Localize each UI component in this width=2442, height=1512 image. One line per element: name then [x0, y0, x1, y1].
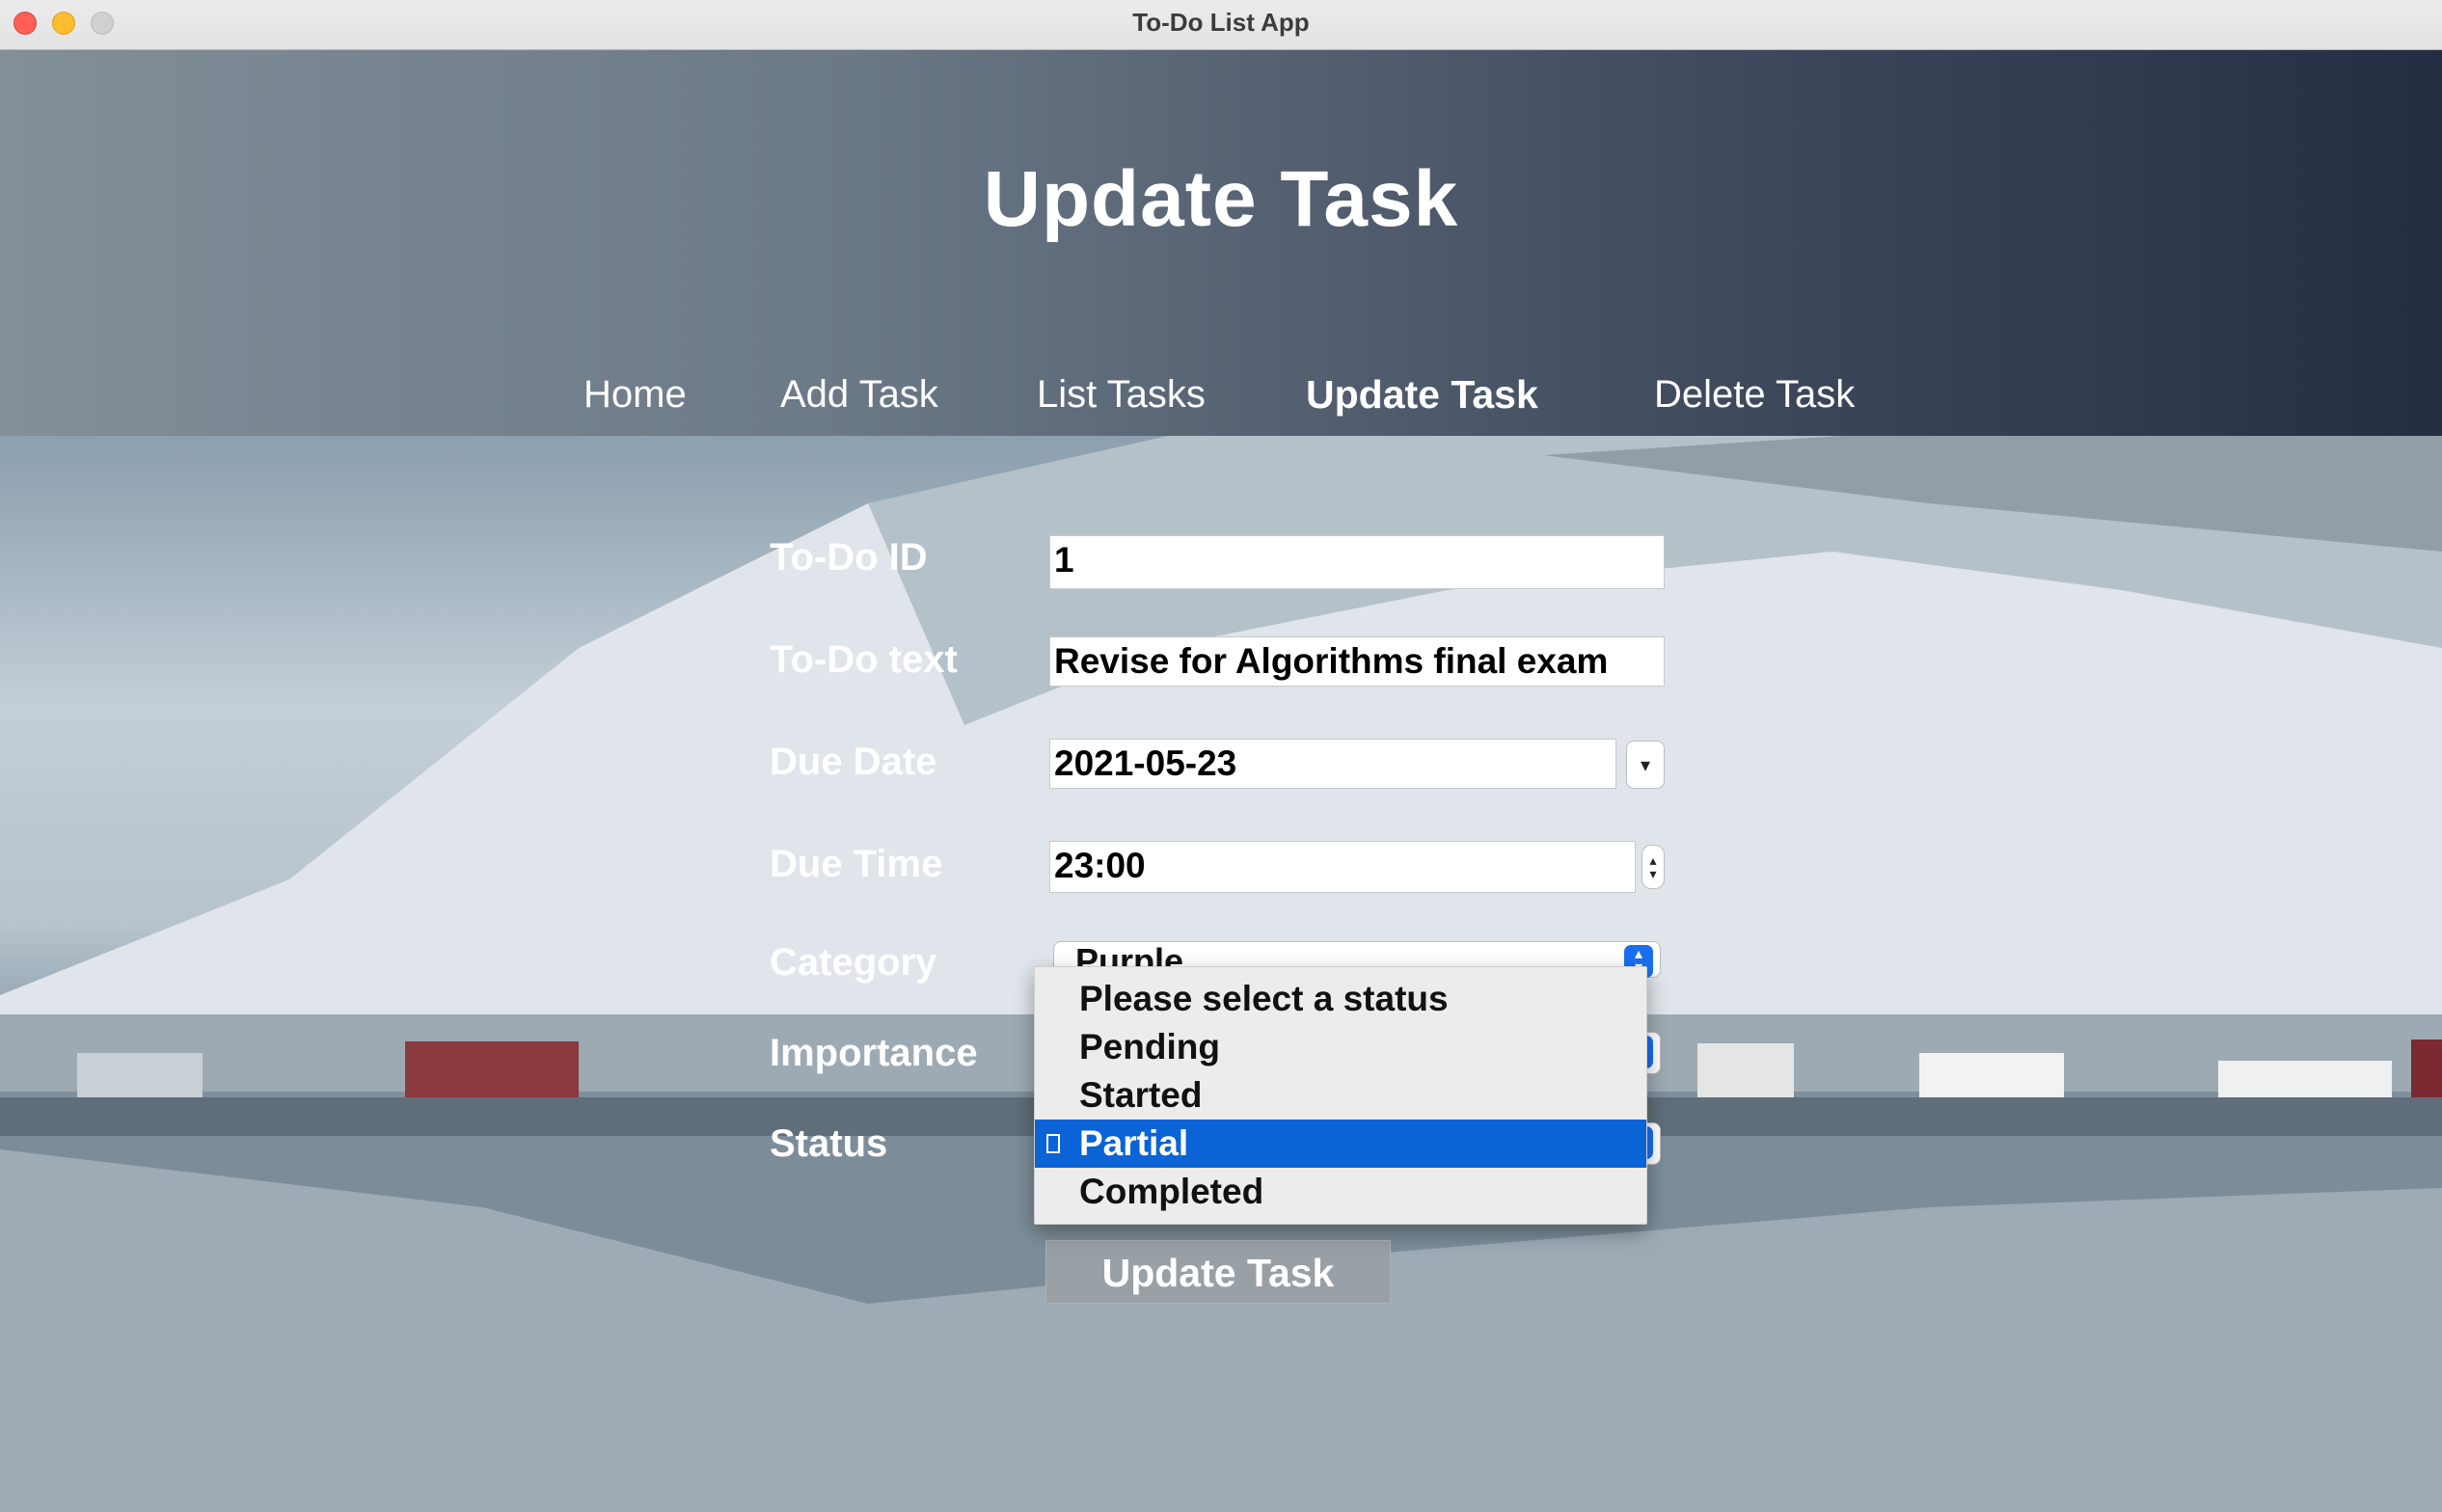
nav-list-tasks[interactable]: List Tasks	[1037, 370, 1206, 418]
status-option-started[interactable]: Started	[1035, 1071, 1646, 1120]
stepper-down-icon: ▾	[1649, 866, 1657, 881]
update-task-button[interactable]: Update Task	[1045, 1240, 1391, 1304]
window-titlebar: To-Do List App	[0, 0, 2442, 50]
importance-label: Importance	[770, 1032, 978, 1074]
due-time-input[interactable]: 23:00	[1049, 841, 1636, 893]
due-date-input[interactable]: 2021-05-23	[1049, 739, 1616, 789]
window-title: To-Do List App	[1132, 8, 1310, 37]
time-stepper[interactable]: ▴ ▾	[1642, 845, 1665, 889]
stepper-up-icon: ▴	[1649, 852, 1657, 868]
status-dropdown-menu: Please select a status Pending Started P…	[1034, 966, 1647, 1225]
page-title: Update Task	[983, 155, 1459, 243]
due-time-label: Due Time	[770, 843, 943, 885]
category-label: Category	[770, 941, 937, 984]
date-picker-button[interactable]: ▾	[1626, 741, 1665, 789]
checkmark-icon	[1046, 1134, 1060, 1153]
nav-update-task[interactable]: Update Task	[1306, 370, 1538, 418]
dropdown-triangle-icon: ▾	[1640, 754, 1651, 776]
due-date-label: Due Date	[770, 741, 937, 783]
status-option-partial[interactable]: Partial	[1035, 1120, 1646, 1168]
status-label: Status	[770, 1122, 888, 1165]
nav-home[interactable]: Home	[583, 370, 687, 418]
nav-delete-task[interactable]: Delete Task	[1654, 370, 1855, 418]
status-option-pending[interactable]: Pending	[1035, 1023, 1646, 1071]
todo-id-label: To-Do ID	[770, 536, 928, 579]
todo-text-input[interactable]: Revise for Algorithms final exam	[1049, 636, 1665, 687]
status-option-partial-label: Partial	[1079, 1123, 1189, 1163]
todo-text-label: To-Do text	[770, 638, 958, 681]
status-option-placeholder[interactable]: Please select a status	[1035, 975, 1646, 1023]
todo-id-input[interactable]: 1	[1049, 535, 1665, 589]
nav-add-task[interactable]: Add Task	[780, 370, 938, 418]
status-option-completed[interactable]: Completed	[1035, 1168, 1646, 1216]
